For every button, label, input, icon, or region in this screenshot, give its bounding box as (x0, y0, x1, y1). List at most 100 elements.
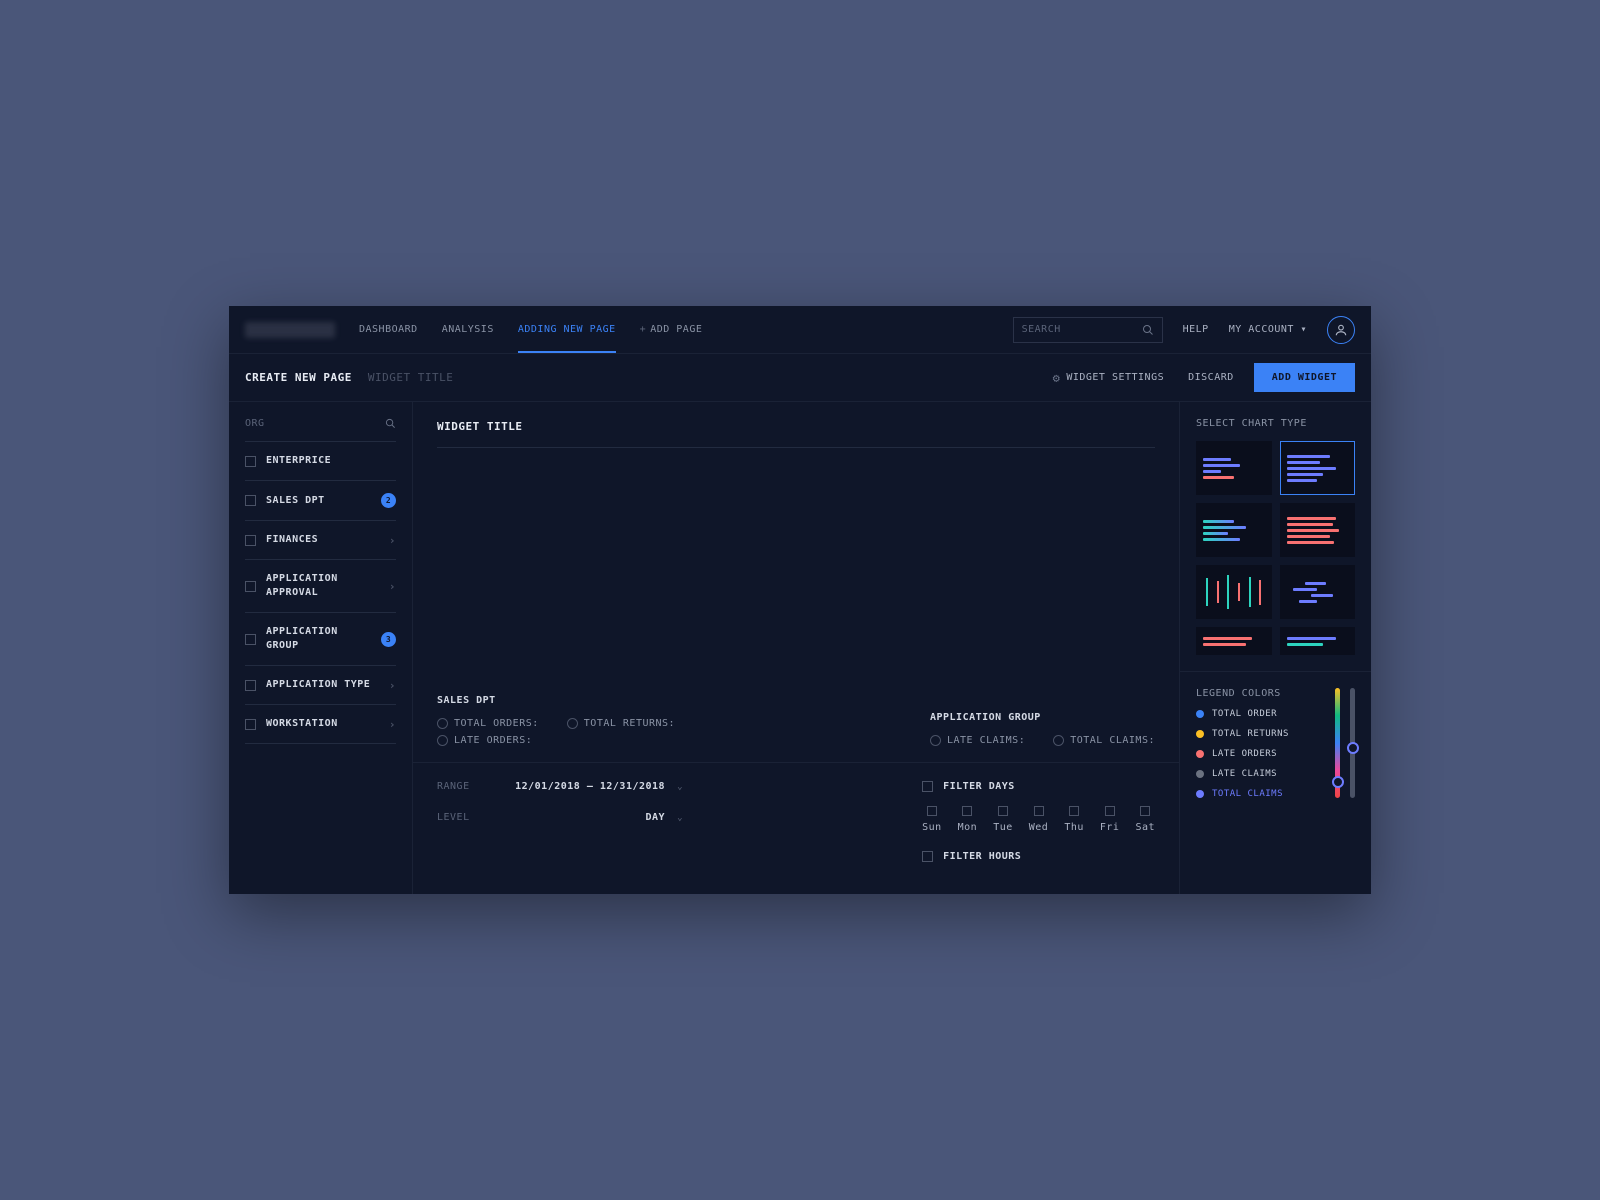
search-placeholder: SEARCH (1022, 324, 1061, 335)
legend-item-total-claims[interactable]: TOTAL CLAIMS (1196, 789, 1323, 799)
discard-button[interactable]: DISCARD (1188, 372, 1234, 383)
sidebar-search-icon[interactable] (385, 418, 396, 429)
account-dropdown[interactable]: MY ACCOUNT ▾ (1229, 324, 1307, 335)
crumb-create: CREATE NEW PAGE (245, 371, 352, 384)
add-widget-button[interactable]: ADD WIDGET (1254, 363, 1355, 392)
slider-handle[interactable] (1332, 776, 1344, 788)
checkbox-icon[interactable] (922, 851, 933, 862)
checkbox-icon[interactable] (245, 719, 256, 730)
help-link[interactable]: HELP (1183, 324, 1209, 335)
dot-icon (1196, 710, 1204, 718)
axis-group-sales: SALES DPT TOTAL ORDERS: TOTAL RETURNS: L… (437, 695, 675, 746)
day-wed[interactable]: Wed (1029, 806, 1049, 833)
sidebar-item-label: APPLICATION TYPE (266, 678, 379, 692)
widget-settings-label: WIDGET SETTINGS (1066, 372, 1164, 383)
chevron-down-icon: ⌄ (677, 782, 683, 792)
badge: 3 (381, 632, 396, 647)
range-select[interactable]: RANGE 12/01/2018 – 12/31/2018 ⌄ (437, 781, 683, 792)
sidebar-item-workstation[interactable]: WORKSTATION › (245, 705, 396, 744)
legend-title: LEGEND COLORS (1196, 688, 1323, 699)
axis-group-title: APPLICATION GROUP (930, 712, 1155, 723)
sidebar-item-finances[interactable]: FINANCES › (245, 521, 396, 560)
sidebar-item-label: FINANCES (266, 533, 379, 547)
day-mon[interactable]: Mon (958, 806, 978, 833)
checkbox-icon[interactable] (1105, 806, 1115, 816)
sidebar-item-application-group[interactable]: APPLICATION GROUP 3 (245, 613, 396, 666)
radio-total-returns[interactable]: TOTAL RETURNS: (567, 718, 675, 729)
legend-item-total-order[interactable]: TOTAL ORDER (1196, 709, 1323, 719)
checkbox-icon[interactable] (927, 806, 937, 816)
sidebar-item-application-type[interactable]: APPLICATION TYPE › (245, 666, 396, 705)
plus-icon: + (640, 324, 647, 335)
legend-item-total-returns[interactable]: TOTAL RETURNS (1196, 729, 1323, 739)
chart-type-thumb-3[interactable] (1196, 503, 1272, 557)
sidebar-item-label: WORKSTATION (266, 717, 379, 731)
checkbox-icon[interactable] (1069, 806, 1079, 816)
day-tue[interactable]: Tue (993, 806, 1013, 833)
dot-icon (1196, 750, 1204, 758)
chart-type-thumb-8[interactable] (1280, 627, 1356, 655)
center-pane: WIDGET TITLE SALES DPT TOTAL ORDERS: TOT… (413, 402, 1179, 894)
day-label: Thu (1064, 822, 1084, 833)
chevron-down-icon: ⌄ (677, 813, 683, 823)
filter-days-toggle[interactable]: FILTER DAYS (922, 781, 1155, 792)
dot-icon (1196, 730, 1204, 738)
level-select[interactable]: LEVEL DAY ⌄ (437, 812, 683, 823)
range-label: RANGE (437, 781, 501, 792)
nav-analysis[interactable]: ANALYSIS (442, 306, 494, 353)
range-value: 12/01/2018 – 12/31/2018 (515, 781, 665, 792)
checkbox-icon[interactable] (1034, 806, 1044, 816)
checkbox-icon[interactable] (245, 495, 256, 506)
checkbox-icon[interactable] (245, 535, 256, 546)
legend-list: LEGEND COLORS TOTAL ORDER TOTAL RETURNS … (1196, 688, 1323, 809)
day-sat[interactable]: Sat (1135, 806, 1155, 833)
chart-type-thumb-6[interactable] (1280, 565, 1356, 619)
radio-late-claims[interactable]: LATE CLAIMS: (930, 735, 1025, 746)
sidebar-item-enterprice[interactable]: ENTERPRICE (245, 442, 396, 481)
nav-add-page[interactable]: +ADD PAGE (640, 306, 703, 353)
sidebar-item-application-approval[interactable]: APPLICATION APPROVAL › (245, 560, 396, 613)
checkbox-icon[interactable] (245, 634, 256, 645)
checkbox-icon[interactable] (922, 781, 933, 792)
chart-type-thumb-4[interactable] (1280, 503, 1356, 557)
sidebar-item-sales-dpt[interactable]: SALES DPT 2 (245, 481, 396, 521)
slider-handle[interactable] (1347, 742, 1359, 754)
sidebar-title: ORG (245, 418, 265, 429)
day-label: Sat (1135, 822, 1155, 833)
radio-total-orders[interactable]: TOTAL ORDERS: (437, 718, 539, 729)
day-fri[interactable]: Fri (1100, 806, 1120, 833)
day-thu[interactable]: Thu (1064, 806, 1084, 833)
app-window: DASHBOARD ANALYSIS ADDING NEW PAGE +ADD … (229, 306, 1371, 894)
nav-adding-new-page[interactable]: ADDING NEW PAGE (518, 306, 616, 353)
color-sliders (1335, 688, 1355, 809)
chart-type-thumb-7[interactable] (1196, 627, 1272, 655)
legend-label: LATE CLAIMS (1212, 769, 1277, 779)
checkbox-icon[interactable] (245, 680, 256, 691)
legend-item-late-orders[interactable]: LATE ORDERS (1196, 749, 1323, 759)
topnav: DASHBOARD ANALYSIS ADDING NEW PAGE +ADD … (229, 306, 1371, 354)
day-sun[interactable]: Sun (922, 806, 942, 833)
color-slider-value[interactable] (1350, 688, 1355, 798)
legend-item-late-claims[interactable]: LATE CLAIMS (1196, 769, 1323, 779)
widget-settings-button[interactable]: WIDGET SETTINGS (1053, 371, 1165, 385)
checkbox-icon[interactable] (1140, 806, 1150, 816)
nav-dashboard[interactable]: DASHBOARD (359, 306, 418, 353)
avatar[interactable] (1327, 316, 1355, 344)
filter-hours-toggle[interactable]: FILTER HOURS (922, 851, 1155, 862)
right-pane: SELECT CHART TYPE (1179, 402, 1371, 894)
level-value: DAY (646, 812, 666, 823)
search-input[interactable]: SEARCH (1013, 317, 1163, 343)
checkbox-icon[interactable] (962, 806, 972, 816)
radio-late-orders[interactable]: LATE ORDERS: (437, 735, 532, 746)
level-label: LEVEL (437, 812, 501, 823)
filter-days-label: FILTER DAYS (943, 781, 1015, 792)
color-slider-hue[interactable] (1335, 688, 1340, 798)
checkbox-icon[interactable] (998, 806, 1008, 816)
chart-type-thumb-2[interactable] (1280, 441, 1356, 495)
radio-total-claims[interactable]: TOTAL CLAIMS: (1053, 735, 1155, 746)
chart-type-thumb-5[interactable] (1196, 565, 1272, 619)
checkbox-icon[interactable] (245, 581, 256, 592)
checkbox-icon[interactable] (245, 456, 256, 467)
chart-type-thumb-1[interactable] (1196, 441, 1272, 495)
legend-label: TOTAL RETURNS (1212, 729, 1289, 739)
